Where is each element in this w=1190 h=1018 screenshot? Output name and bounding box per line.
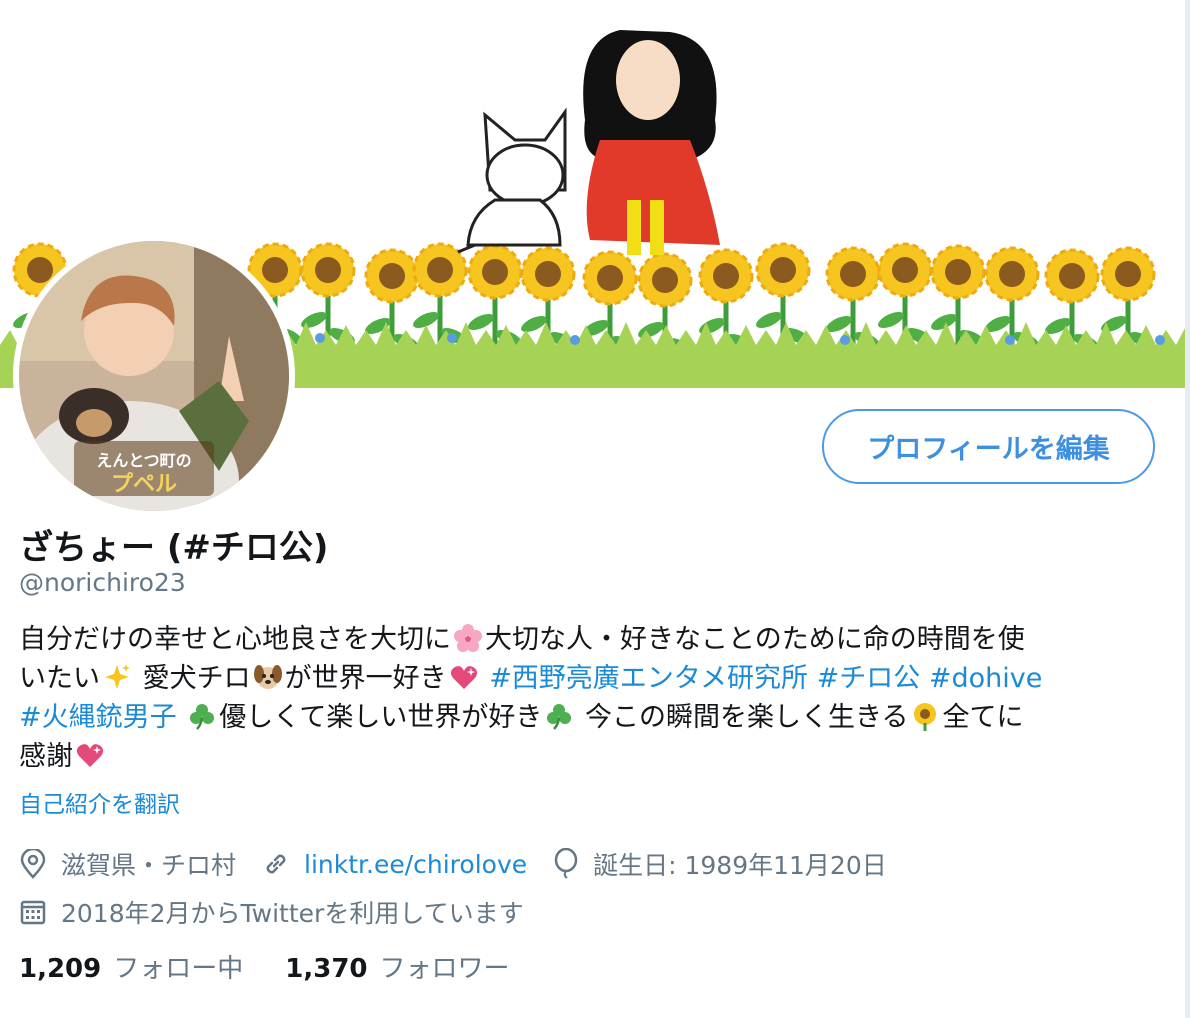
sunflower-icon — [914, 703, 937, 731]
joined-item: 2018年2月からTwitterを利用しています — [19, 894, 524, 930]
birthday-balloon-icon — [554, 848, 578, 879]
bio-text: 今この瞬間を楽しく生きる — [576, 702, 909, 733]
display-name: ざちょー (#チロ公) — [19, 528, 329, 568]
cartoon-girl — [583, 30, 720, 255]
sparkling-heart-icon — [76, 744, 104, 767]
hashtag-link[interactable]: #dohive — [929, 663, 1042, 694]
profile-bio: 自分だけの幸せと心地良さを大切に 大切な人・好きなことのために命の時間を使 いた… — [19, 620, 1149, 776]
translate-bio-link[interactable]: 自己紹介を翻訳 — [19, 785, 180, 819]
location-item: 滋賀県・チロ村 — [19, 846, 236, 882]
svg-text:えんとつ町の: えんとつ町の — [96, 451, 191, 470]
following-count: 1,209 — [19, 954, 102, 984]
link-icon — [266, 854, 286, 874]
dog-face-icon — [253, 665, 282, 689]
hashtag-link[interactable]: #火縄銃男子 — [19, 702, 177, 733]
location-icon — [20, 849, 46, 879]
right-edge-divider — [1185, 0, 1190, 1018]
cartoon-dog — [457, 107, 567, 254]
bio-text: 自分だけの幸せと心地良さを大切に — [19, 624, 451, 655]
followers-stat[interactable]: 1,370 フォロワー — [285, 948, 509, 985]
sparkling-heart-icon — [450, 666, 477, 689]
birthday-item: 誕生日: 1989年11月20日 — [553, 846, 887, 882]
bio-text: が世界一好き — [284, 663, 447, 694]
website-item[interactable]: linktr.ee/chirolove — [262, 850, 527, 879]
avatar-photo: えんとつ町の プペル — [19, 241, 289, 511]
following-stat[interactable]: 1,209 フォロー中 — [19, 948, 243, 985]
profile-avatar[interactable]: えんとつ町の プペル — [13, 235, 295, 517]
following-label: フォロー中 — [113, 954, 244, 984]
hashtag-link[interactable]: #チロ公 — [817, 663, 921, 694]
calendar-icon — [20, 900, 46, 925]
joined-text: 2018年2月からTwitterを利用しています — [61, 899, 524, 928]
website-link[interactable]: linktr.ee/chirolove — [304, 850, 527, 879]
followers-count: 1,370 — [285, 954, 368, 984]
follow-stats: 1,209 フォロー中 1,370 フォロワー — [19, 948, 552, 985]
bio-text: 大切な人・好きなことのために命の時間を使 — [485, 624, 1025, 655]
avatar-caption-logo: えんとつ町の プペル — [74, 441, 214, 497]
svg-text:プペル: プペル — [111, 472, 177, 497]
profile-meta: 滋賀県・チロ村 linktr.ee/chirolove 誕生日: 1989年11… — [19, 843, 913, 939]
hashtag-link[interactable]: #西野亮廣エンタメ研究所 — [489, 663, 808, 694]
location-text: 滋賀県・チロ村 — [61, 851, 237, 880]
user-handle: @norichiro23 — [19, 568, 186, 597]
bio-text: 愛犬チロ — [134, 663, 251, 694]
shamrock-icon — [547, 704, 572, 730]
edit-profile-button[interactable]: プロフィールを編集 — [822, 409, 1155, 484]
bio-text: 優しくて楽しい世界が好き — [219, 702, 543, 733]
cherry-blossom-icon — [454, 624, 482, 652]
followers-label: フォロワー — [379, 954, 510, 984]
birthday-text: 誕生日: 1989年11月20日 — [593, 851, 887, 880]
bio-text: いたい — [19, 663, 100, 694]
bio-text: 全てに — [942, 702, 1024, 733]
sparkles-icon — [105, 664, 130, 689]
shamrock-icon — [190, 704, 215, 730]
bio-text: 感謝 — [19, 741, 73, 772]
